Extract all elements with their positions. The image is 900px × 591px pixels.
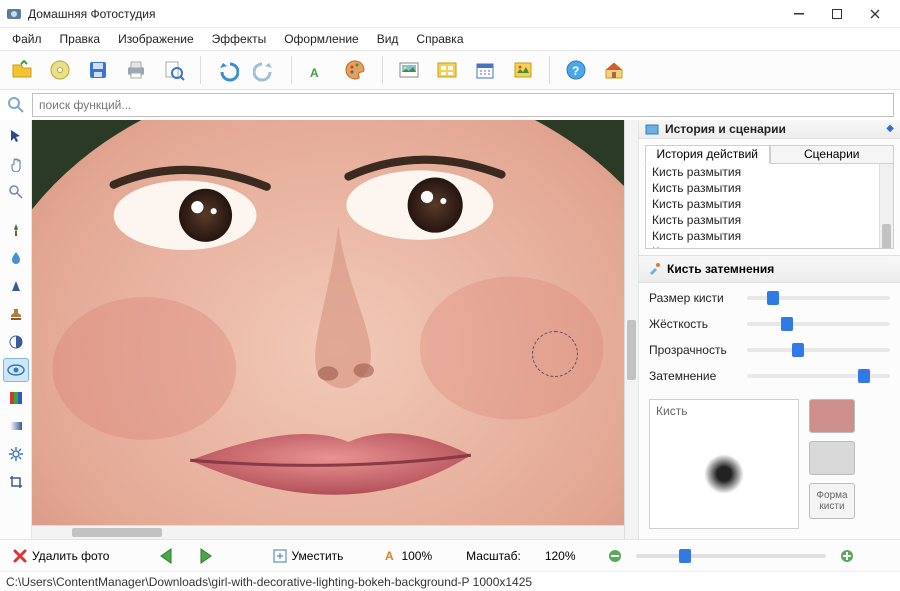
param-size-slider[interactable] (747, 292, 890, 304)
search-icon (6, 95, 26, 115)
brush-section-title: Кисть затемнения (667, 262, 774, 276)
app-icon (6, 6, 22, 22)
toolbar-sep (200, 56, 201, 84)
brush-preview-label: Кисть (656, 404, 687, 418)
param-dark-slider[interactable] (747, 370, 890, 382)
window-title: Домашняя Фотостудия (28, 7, 780, 21)
param-opac-slider[interactable] (747, 344, 890, 356)
scale-value: 120% (545, 549, 576, 563)
delete-photo-label: Удалить фото (32, 549, 109, 563)
drop-tool-icon[interactable] (3, 246, 29, 270)
param-dark-label: Затемнение (649, 369, 739, 383)
print-icon[interactable] (120, 54, 152, 86)
color-swatch-secondary[interactable] (809, 441, 855, 475)
pointer-tool-icon[interactable] (3, 124, 29, 148)
cd-icon[interactable] (44, 54, 76, 86)
brush-section-icon (647, 262, 661, 276)
color-swatch-primary[interactable] (809, 399, 855, 433)
image-icon[interactable] (393, 54, 425, 86)
brush-preview: Кисть (649, 399, 799, 529)
menu-edit[interactable]: Правка (52, 30, 109, 48)
delete-photo-button[interactable]: Удалить фото (8, 546, 113, 566)
zoom-tool-icon[interactable] (3, 180, 29, 204)
menu-help[interactable]: Справка (408, 30, 471, 48)
redo-icon[interactable] (249, 54, 281, 86)
crop-tool-icon[interactable] (3, 470, 29, 494)
zoom-in-button[interactable] (836, 547, 858, 565)
brush-cursor (532, 331, 578, 377)
hand-tool-icon[interactable] (3, 152, 29, 176)
palette-icon[interactable] (340, 54, 372, 86)
scale-100-button[interactable]: A 100% (381, 547, 436, 565)
collapse-icon[interactable]: ◆ (886, 123, 894, 134)
toolbar-sep (382, 56, 383, 84)
text-icon[interactable]: A (302, 54, 334, 86)
zoom-out-button[interactable] (604, 547, 626, 565)
status-path: C:\Users\ContentManager\Downloads\girl-w… (6, 575, 532, 589)
toolbar-sep (291, 56, 292, 84)
svg-text:A: A (310, 66, 319, 80)
zoom-slider[interactable] (636, 550, 826, 562)
canvas[interactable] (32, 120, 624, 525)
calendar-icon[interactable] (469, 54, 501, 86)
history-row[interactable]: Кисть размытия (646, 164, 893, 180)
next-button[interactable] (191, 545, 219, 567)
brush-shape-button[interactable]: Форма кисти (809, 483, 855, 519)
history-row[interactable]: Кисть размытия (646, 228, 893, 244)
tab-history[interactable]: История действий (645, 145, 770, 165)
history-row[interactable]: Кисть размытия (646, 212, 893, 228)
help-icon[interactable]: ? (560, 54, 592, 86)
undo-icon[interactable] (211, 54, 243, 86)
history-row[interactable]: Кисть размытия (646, 196, 893, 212)
svg-text:?: ? (572, 64, 579, 78)
param-hard-slider[interactable] (747, 318, 890, 330)
vertical-scrollbar[interactable] (624, 120, 638, 539)
close-button[interactable] (856, 4, 894, 24)
menu-effects[interactable]: Эффекты (204, 30, 275, 48)
colorbars-tool-icon[interactable] (3, 386, 29, 410)
maximize-button[interactable] (818, 4, 856, 24)
tool-panel (0, 120, 32, 539)
fit-label: Уместить (291, 549, 343, 563)
panel-title: История и сценарии (665, 122, 880, 136)
home-icon[interactable] (598, 54, 630, 86)
minimize-button[interactable] (780, 4, 818, 24)
main-toolbar: A ? (0, 50, 900, 90)
contrast-tool-icon[interactable] (3, 330, 29, 354)
menu-image[interactable]: Изображение (110, 30, 202, 48)
prev-button[interactable] (153, 545, 181, 567)
preview-icon[interactable] (158, 54, 190, 86)
eye-tool-icon[interactable] (3, 358, 29, 382)
param-opac-label: Прозрачность (649, 343, 739, 357)
scale-label: Масштаб: (466, 549, 521, 563)
param-size-label: Размер кисти (649, 291, 739, 305)
tab-scenarios[interactable]: Сценарии (770, 145, 895, 165)
history-scrollbar[interactable] (879, 164, 893, 248)
svg-text:A: A (385, 550, 394, 562)
save-icon[interactable] (82, 54, 114, 86)
horizontal-scrollbar[interactable] (32, 525, 624, 539)
gear-tool-icon[interactable] (3, 442, 29, 466)
menu-file[interactable]: Файл (4, 30, 50, 48)
status-bar: C:\Users\ContentManager\Downloads\girl-w… (0, 571, 900, 591)
gradient-tool-icon[interactable] (3, 414, 29, 438)
search-input[interactable] (32, 93, 894, 117)
wetbrush-tool-icon[interactable] (3, 218, 29, 242)
param-hard-label: Жёсткость (649, 317, 739, 331)
toolbar-sep (549, 56, 550, 84)
scale-100-label: 100% (401, 549, 432, 563)
slides-icon[interactable] (431, 54, 463, 86)
history-row[interactable]: Кисть затемнения (646, 244, 893, 249)
history-row[interactable]: Кисть размытия (646, 180, 893, 196)
menu-view[interactable]: Вид (369, 30, 407, 48)
history-panel-icon (645, 122, 659, 136)
menu-design[interactable]: Оформление (276, 30, 366, 48)
history-list[interactable]: Кисть размытияКисть размытияКисть размыт… (645, 164, 894, 249)
slide-icon[interactable] (507, 54, 539, 86)
cone-tool-icon[interactable] (3, 274, 29, 298)
stamp-tool-icon[interactable] (3, 302, 29, 326)
menu-bar: Файл Правка Изображение Эффекты Оформлен… (0, 28, 900, 50)
fit-button[interactable]: Уместить (269, 547, 347, 565)
open-icon[interactable] (6, 54, 38, 86)
